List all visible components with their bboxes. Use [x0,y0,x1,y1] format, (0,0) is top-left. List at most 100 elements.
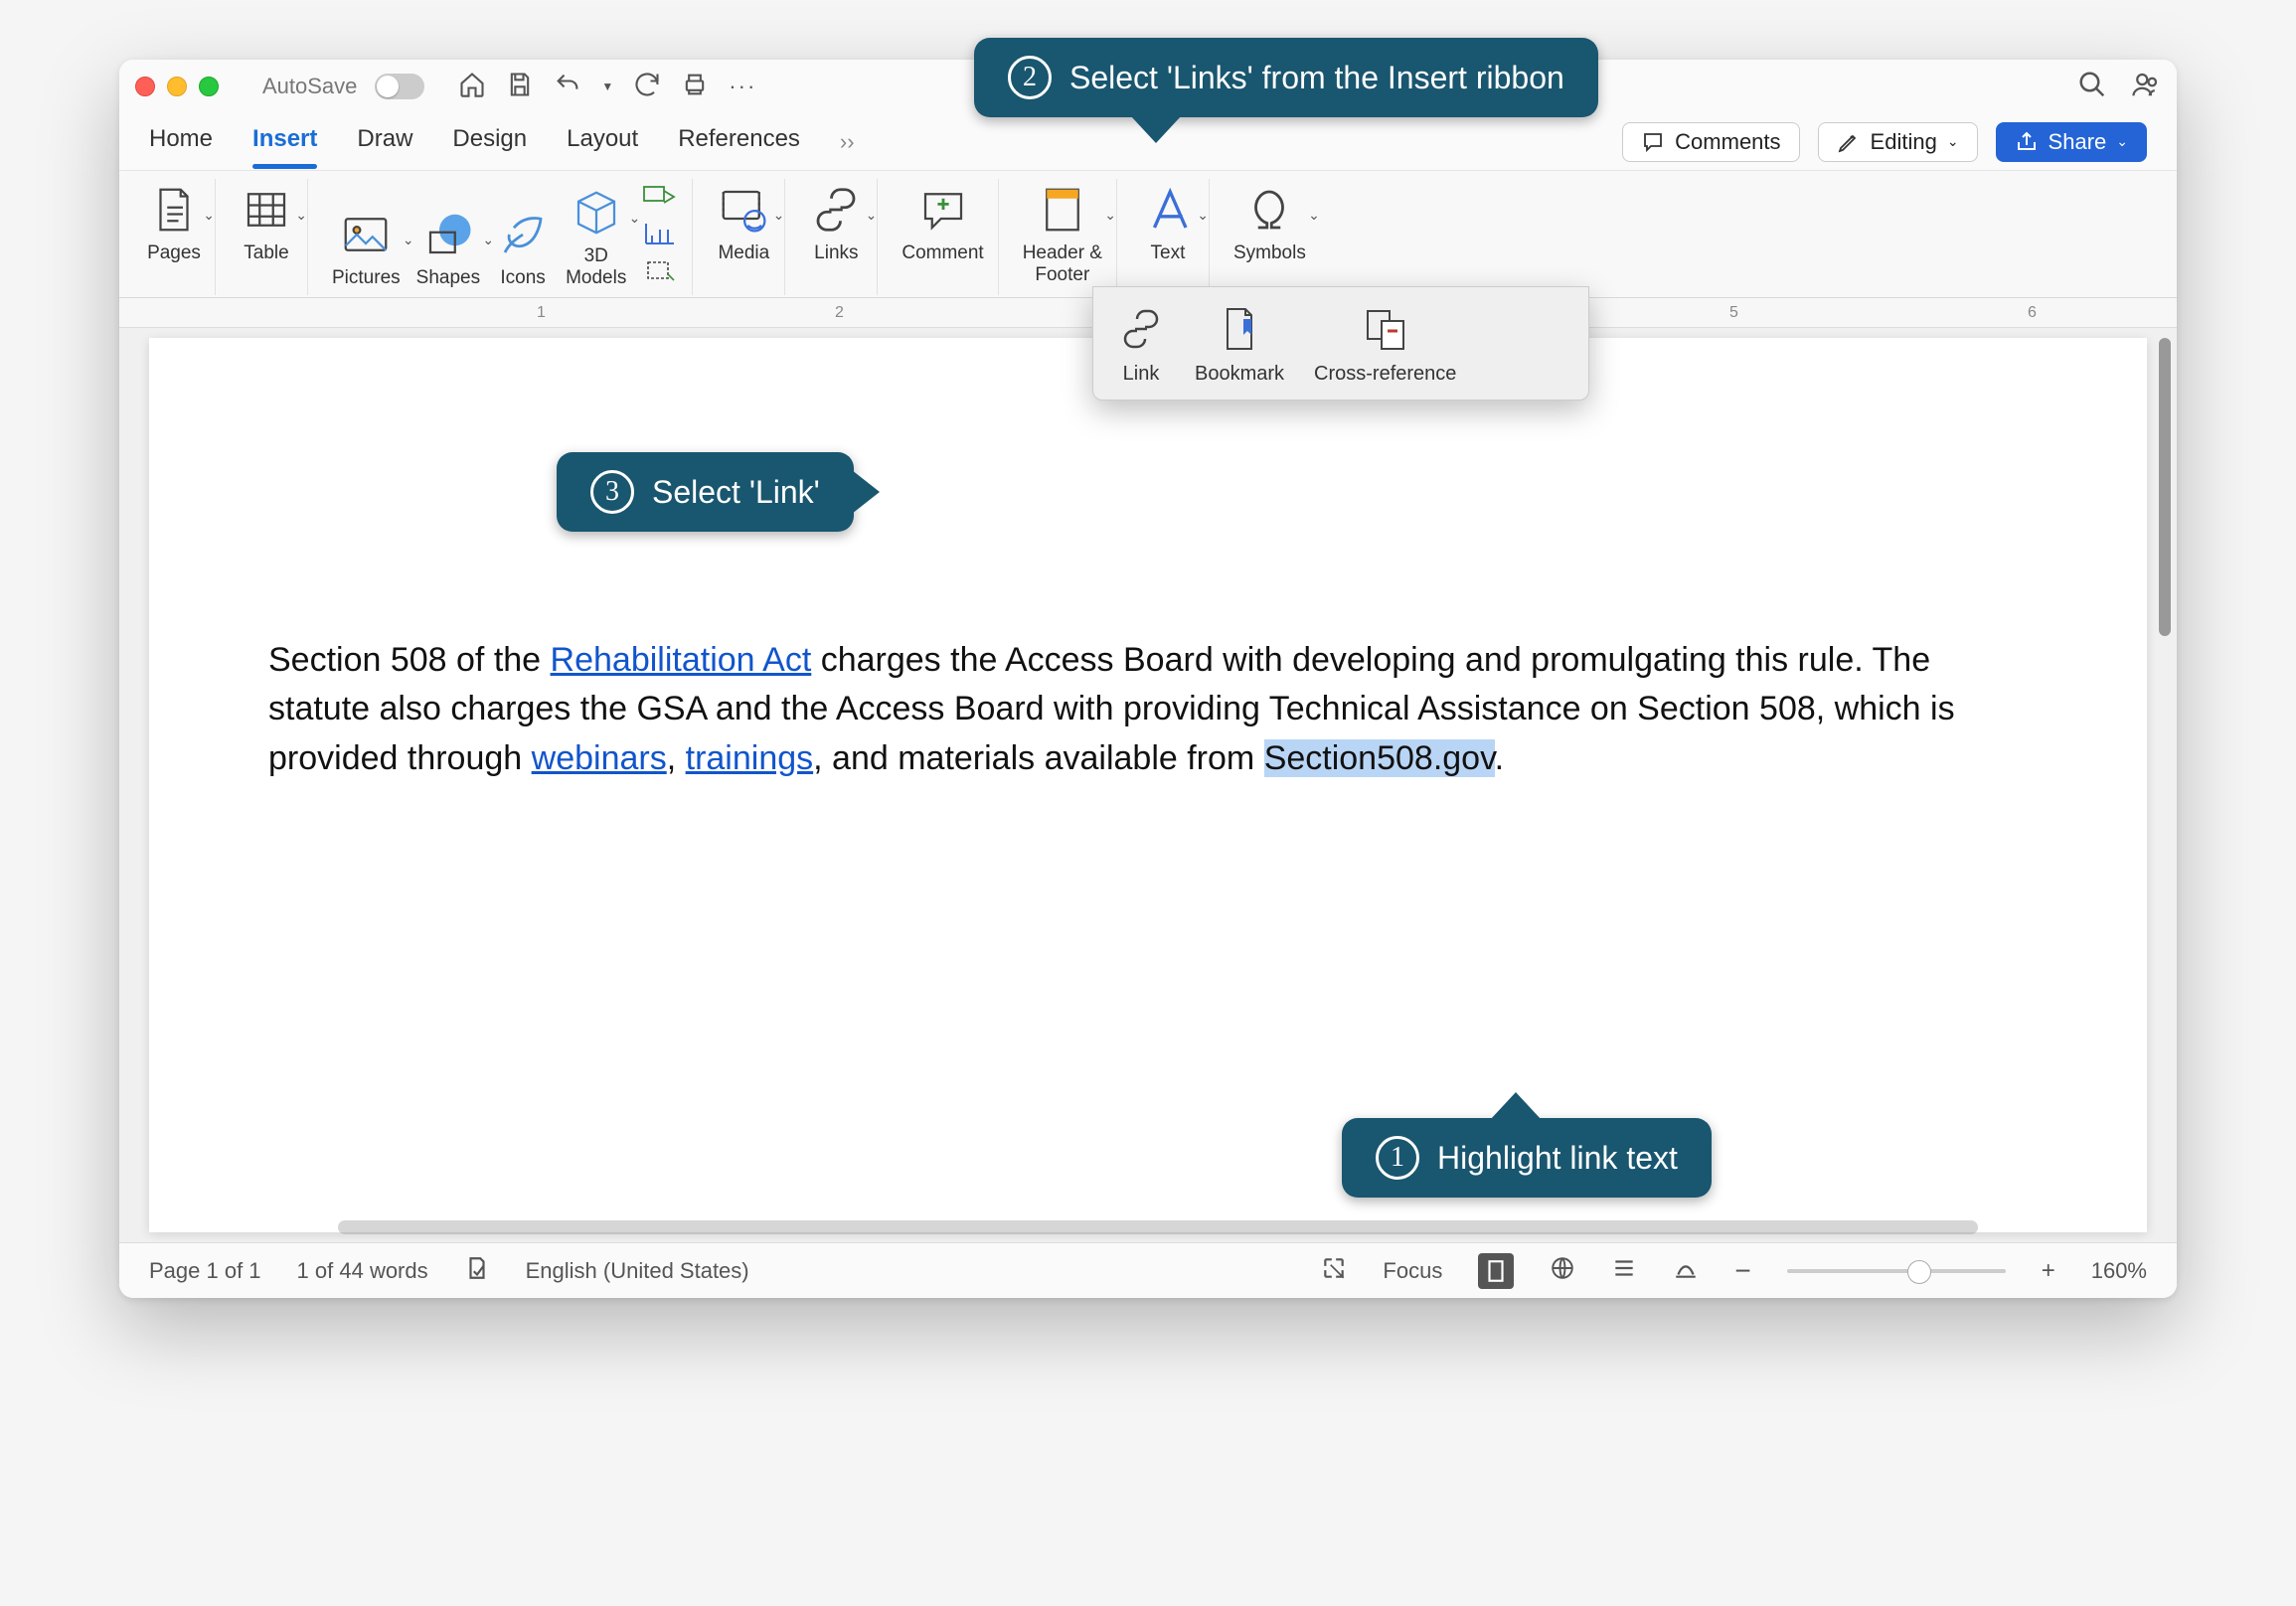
link-trainings[interactable]: trainings [686,739,814,777]
undo-dropdown-icon[interactable]: ▼ [601,80,613,93]
comments-button[interactable]: Comments [1622,122,1799,162]
print-icon[interactable] [681,71,709,103]
word-count[interactable]: 1 of 44 words [297,1258,428,1284]
draft-view-button[interactable] [1673,1255,1699,1287]
horizontal-scrollbar[interactable] [338,1220,1978,1234]
document-page[interactable]: Section 508 of the Rehabilitation Act ch… [149,338,2147,1232]
tab-layout[interactable]: Layout [567,125,638,159]
zoom-slider[interactable] [1787,1269,2006,1273]
undo-icon[interactable] [554,71,581,103]
comment-button[interactable]: Comment [902,183,983,264]
table-label: Table [244,242,288,264]
omega-icon [1242,183,1296,237]
chart-icon[interactable] [642,220,678,252]
comment-icon [916,183,970,237]
shapes-button[interactable]: ⌄ Shapes [416,208,480,289]
redo-icon[interactable] [633,71,661,103]
tab-references[interactable]: References [678,125,800,159]
models-button[interactable]: ⌄ 3D Models [566,186,626,289]
link-webinars[interactable]: webinars [532,739,667,777]
share-button[interactable]: Share ⌄ [1996,122,2147,162]
bookmark-menu-item[interactable]: Bookmark [1195,305,1284,386]
tab-insert[interactable]: Insert [252,125,317,159]
header-footer-label: Header & Footer [1023,242,1102,286]
leaf-icon [496,208,550,261]
doc-text: Section 508 of the [268,641,551,679]
autosave-toggle[interactable] [375,74,424,99]
symbols-label: Symbols [1233,242,1306,264]
callout-step-2: 2 Select 'Links' from the Insert ribbon [974,38,1598,117]
focus-label[interactable]: Focus [1383,1258,1442,1284]
page-icon [147,183,201,237]
chevron-down-icon: ⌄ [482,232,494,248]
home-icon[interactable] [458,71,486,103]
symbols-button[interactable]: ⌄ Symbols [1233,183,1306,264]
picture-icon [339,208,393,261]
media-icon [717,183,770,237]
doc-text: , and materials available from [813,739,1264,777]
cube-icon [570,186,623,240]
link-menu-item[interactable]: Link [1117,305,1165,386]
account-icon[interactable] [2131,70,2161,104]
vertical-scrollbar[interactable] [2159,338,2171,636]
text-button[interactable]: ⌄ Text [1141,183,1195,264]
pencil-icon [1837,130,1861,154]
text-label: Text [1151,242,1186,264]
pages-button[interactable]: ⌄ Pages [147,183,201,264]
chevron-down-icon: ⌄ [866,207,878,224]
pictures-label: Pictures [332,267,401,289]
more-tabs-icon[interactable]: ›› [840,129,855,155]
maximize-window-button[interactable] [199,77,219,96]
header-footer-button[interactable]: ⌄ Header & Footer [1023,183,1102,286]
share-label: Share [2049,129,2107,155]
share-icon [2015,130,2039,154]
chevron-down-icon: ⌄ [203,207,215,224]
tab-draw[interactable]: Draw [357,125,412,159]
minimize-window-button[interactable] [167,77,187,96]
smartart-icon[interactable] [642,183,678,216]
screenshot-icon[interactable] [642,256,678,289]
illustrations-mini [642,183,678,289]
search-icon[interactable] [2077,70,2107,104]
document-paragraph[interactable]: Section 508 of the Rehabilitation Act ch… [268,636,2028,783]
comment-bubble-icon [1641,130,1665,154]
more-commands-icon[interactable]: ··· [729,74,756,99]
icons-button[interactable]: Icons [496,208,550,289]
cross-reference-menu-item[interactable]: Cross-reference [1314,305,1456,386]
close-window-button[interactable] [135,77,155,96]
comment-label: Comment [902,242,983,264]
selected-text[interactable]: Section508.gov [1264,739,1495,777]
web-layout-view-button[interactable] [1550,1255,1575,1287]
table-button[interactable]: ⌄ Table [240,183,293,264]
chevron-down-icon: ⌄ [403,232,414,248]
media-label: Media [718,242,769,264]
links-dropdown-menu: Link Bookmark Cross-reference [1092,286,1589,401]
bookmark-icon [1216,305,1263,353]
callout-text: Select 'Link' [652,474,820,511]
media-button[interactable]: ⌄ Media [717,183,770,264]
page-count[interactable]: Page 1 of 1 [149,1258,261,1284]
editing-mode-button[interactable]: Editing ⌄ [1818,122,1978,162]
chevron-down-icon: ⌄ [629,210,641,227]
step-number-icon: 1 [1376,1136,1419,1180]
zoom-out-button[interactable]: − [1734,1255,1750,1287]
proofing-icon[interactable] [464,1255,490,1287]
chevron-down-icon: ⌄ [1104,207,1116,224]
language-status[interactable]: English (United States) [526,1258,749,1284]
pictures-button[interactable]: ⌄ Pictures [332,208,401,289]
link-rehabilitation-act[interactable]: Rehabilitation Act [551,641,812,679]
zoom-level[interactable]: 160% [2091,1258,2147,1284]
shapes-icon [421,208,475,261]
links-button[interactable]: ⌄ Links [809,183,863,264]
document-area: Section 508 of the Rehabilitation Act ch… [119,328,2177,1242]
zoom-in-button[interactable]: + [2042,1257,2055,1285]
focus-icon[interactable] [1321,1255,1347,1287]
links-label: Links [814,242,858,264]
tab-design[interactable]: Design [452,125,527,159]
tab-home[interactable]: Home [149,125,213,159]
save-icon[interactable] [506,71,534,103]
outline-view-button[interactable] [1611,1255,1637,1287]
shapes-label: Shapes [416,267,480,289]
print-layout-view-button[interactable] [1478,1253,1514,1289]
step-number-icon: 2 [1008,56,1052,99]
